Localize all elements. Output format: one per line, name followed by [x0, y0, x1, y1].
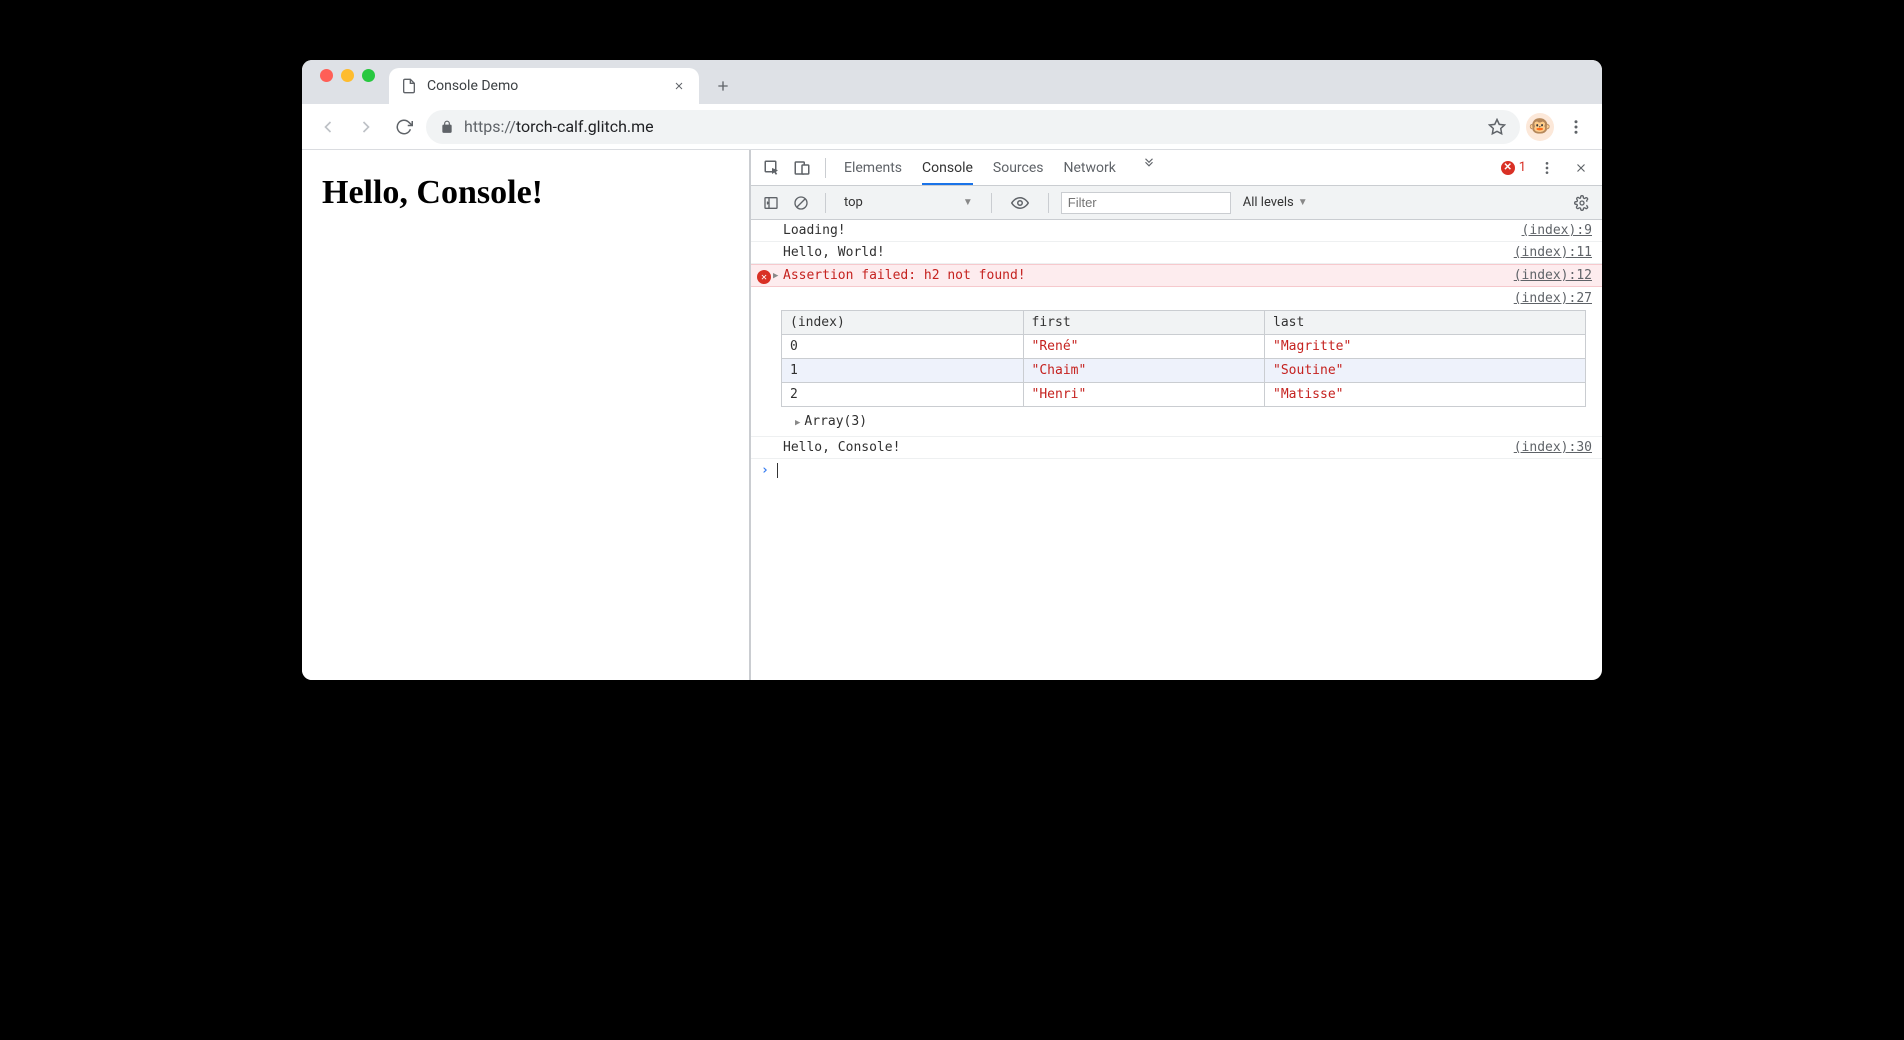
table-row[interactable]: 0 "René" "Magritte": [782, 335, 1586, 359]
browser-window: Console Demo https://torch-calf.: [302, 60, 1602, 680]
more-tabs-button[interactable]: [1136, 151, 1162, 177]
table-header[interactable]: first: [1023, 311, 1265, 335]
prompt-chevron-icon: ›: [761, 463, 769, 478]
url-text: https://torch-calf.glitch.me: [464, 117, 1478, 136]
tab-title: Console Demo: [427, 78, 661, 94]
source-link[interactable]: (index):9: [1512, 223, 1592, 238]
table-row[interactable]: 2 "Henri" "Matisse": [782, 383, 1586, 407]
source-link[interactable]: (index):27: [1514, 291, 1592, 306]
content-area: Hello, Console! Elements Console Sources…: [302, 150, 1602, 680]
back-button[interactable]: [312, 111, 344, 143]
error-icon: ✕: [1501, 161, 1515, 175]
error-icon: ✕: [757, 270, 771, 284]
chevron-down-icon: ▼: [1298, 197, 1308, 208]
tab-strip: Console Demo: [302, 60, 1602, 104]
source-link[interactable]: (index):11: [1504, 245, 1592, 260]
table-header[interactable]: (index): [782, 311, 1024, 335]
error-count: 1: [1519, 160, 1526, 175]
chevron-down-icon: ▼: [963, 197, 973, 208]
console-settings-button[interactable]: [1570, 191, 1594, 215]
live-expression-button[interactable]: [1008, 191, 1032, 215]
console-prompt[interactable]: ›: [751, 459, 1602, 482]
close-window-button[interactable]: [320, 69, 333, 82]
devtools-panel: Elements Console Sources Network ✕ 1: [750, 150, 1602, 680]
table-header[interactable]: last: [1265, 311, 1586, 335]
table-row[interactable]: 1 "Chaim" "Soutine": [782, 359, 1586, 383]
source-link[interactable]: (index):30: [1504, 440, 1592, 455]
console-error-message[interactable]: ✕ ▶ Assertion failed: h2 not found! (ind…: [751, 264, 1602, 287]
disclosure-triangle-icon: ▶: [795, 418, 800, 428]
bookmark-star-icon[interactable]: [1488, 118, 1506, 136]
tab-elements[interactable]: Elements: [844, 151, 902, 185]
devtools-menu-button[interactable]: [1534, 155, 1560, 181]
page-heading: Hello, Console!: [322, 174, 729, 212]
console-table-message: (index):27 (index) first last 0: [751, 287, 1602, 437]
window-controls: [310, 69, 385, 96]
lock-icon: [440, 120, 454, 134]
close-tab-button[interactable]: [671, 78, 687, 94]
new-tab-button[interactable]: [709, 72, 737, 100]
console-message[interactable]: Hello, Console! (index):30: [751, 437, 1602, 459]
close-devtools-button[interactable]: [1568, 155, 1594, 181]
toggle-sidebar-button[interactable]: [759, 191, 783, 215]
inspect-element-button[interactable]: [759, 155, 785, 181]
browser-toolbar: https://torch-calf.glitch.me 🐵: [302, 104, 1602, 150]
page-viewport: Hello, Console!: [302, 150, 750, 680]
console-table: (index) first last 0 "René" "Magritte": [781, 310, 1586, 407]
console-toolbar: top ▼ All levels ▼: [751, 186, 1602, 220]
reload-button[interactable]: [388, 111, 420, 143]
tab-sources[interactable]: Sources: [993, 151, 1044, 185]
disclosure-triangle-icon[interactable]: ▶: [773, 271, 778, 281]
text-caret: [777, 463, 778, 478]
console-body: Loading! (index):9 Hello, World! (index)…: [751, 220, 1602, 680]
minimize-window-button[interactable]: [341, 69, 354, 82]
device-toolbar-button[interactable]: [789, 155, 815, 181]
chrome-menu-button[interactable]: [1560, 111, 1592, 143]
execution-context-select[interactable]: top ▼: [838, 193, 979, 212]
clear-console-button[interactable]: [789, 191, 813, 215]
browser-tab[interactable]: Console Demo: [389, 68, 699, 104]
devtools-tabbar: Elements Console Sources Network ✕ 1: [751, 150, 1602, 186]
source-link[interactable]: (index):12: [1504, 268, 1592, 283]
devtools-tabs: Elements Console Sources Network: [844, 151, 1162, 185]
tab-network[interactable]: Network: [1064, 151, 1116, 185]
log-levels-select[interactable]: All levels ▼: [1243, 195, 1308, 210]
array-disclosure[interactable]: ▶Array(3): [771, 411, 1592, 432]
tab-console[interactable]: Console: [922, 151, 973, 185]
filter-input[interactable]: [1061, 192, 1231, 214]
console-message[interactable]: Hello, World! (index):11: [751, 242, 1602, 264]
file-icon: [401, 78, 417, 94]
maximize-window-button[interactable]: [362, 69, 375, 82]
address-bar[interactable]: https://torch-calf.glitch.me: [426, 110, 1520, 144]
profile-avatar[interactable]: 🐵: [1526, 113, 1554, 141]
forward-button[interactable]: [350, 111, 382, 143]
console-message[interactable]: Loading! (index):9: [751, 220, 1602, 242]
error-badge[interactable]: ✕ 1: [1501, 160, 1526, 175]
